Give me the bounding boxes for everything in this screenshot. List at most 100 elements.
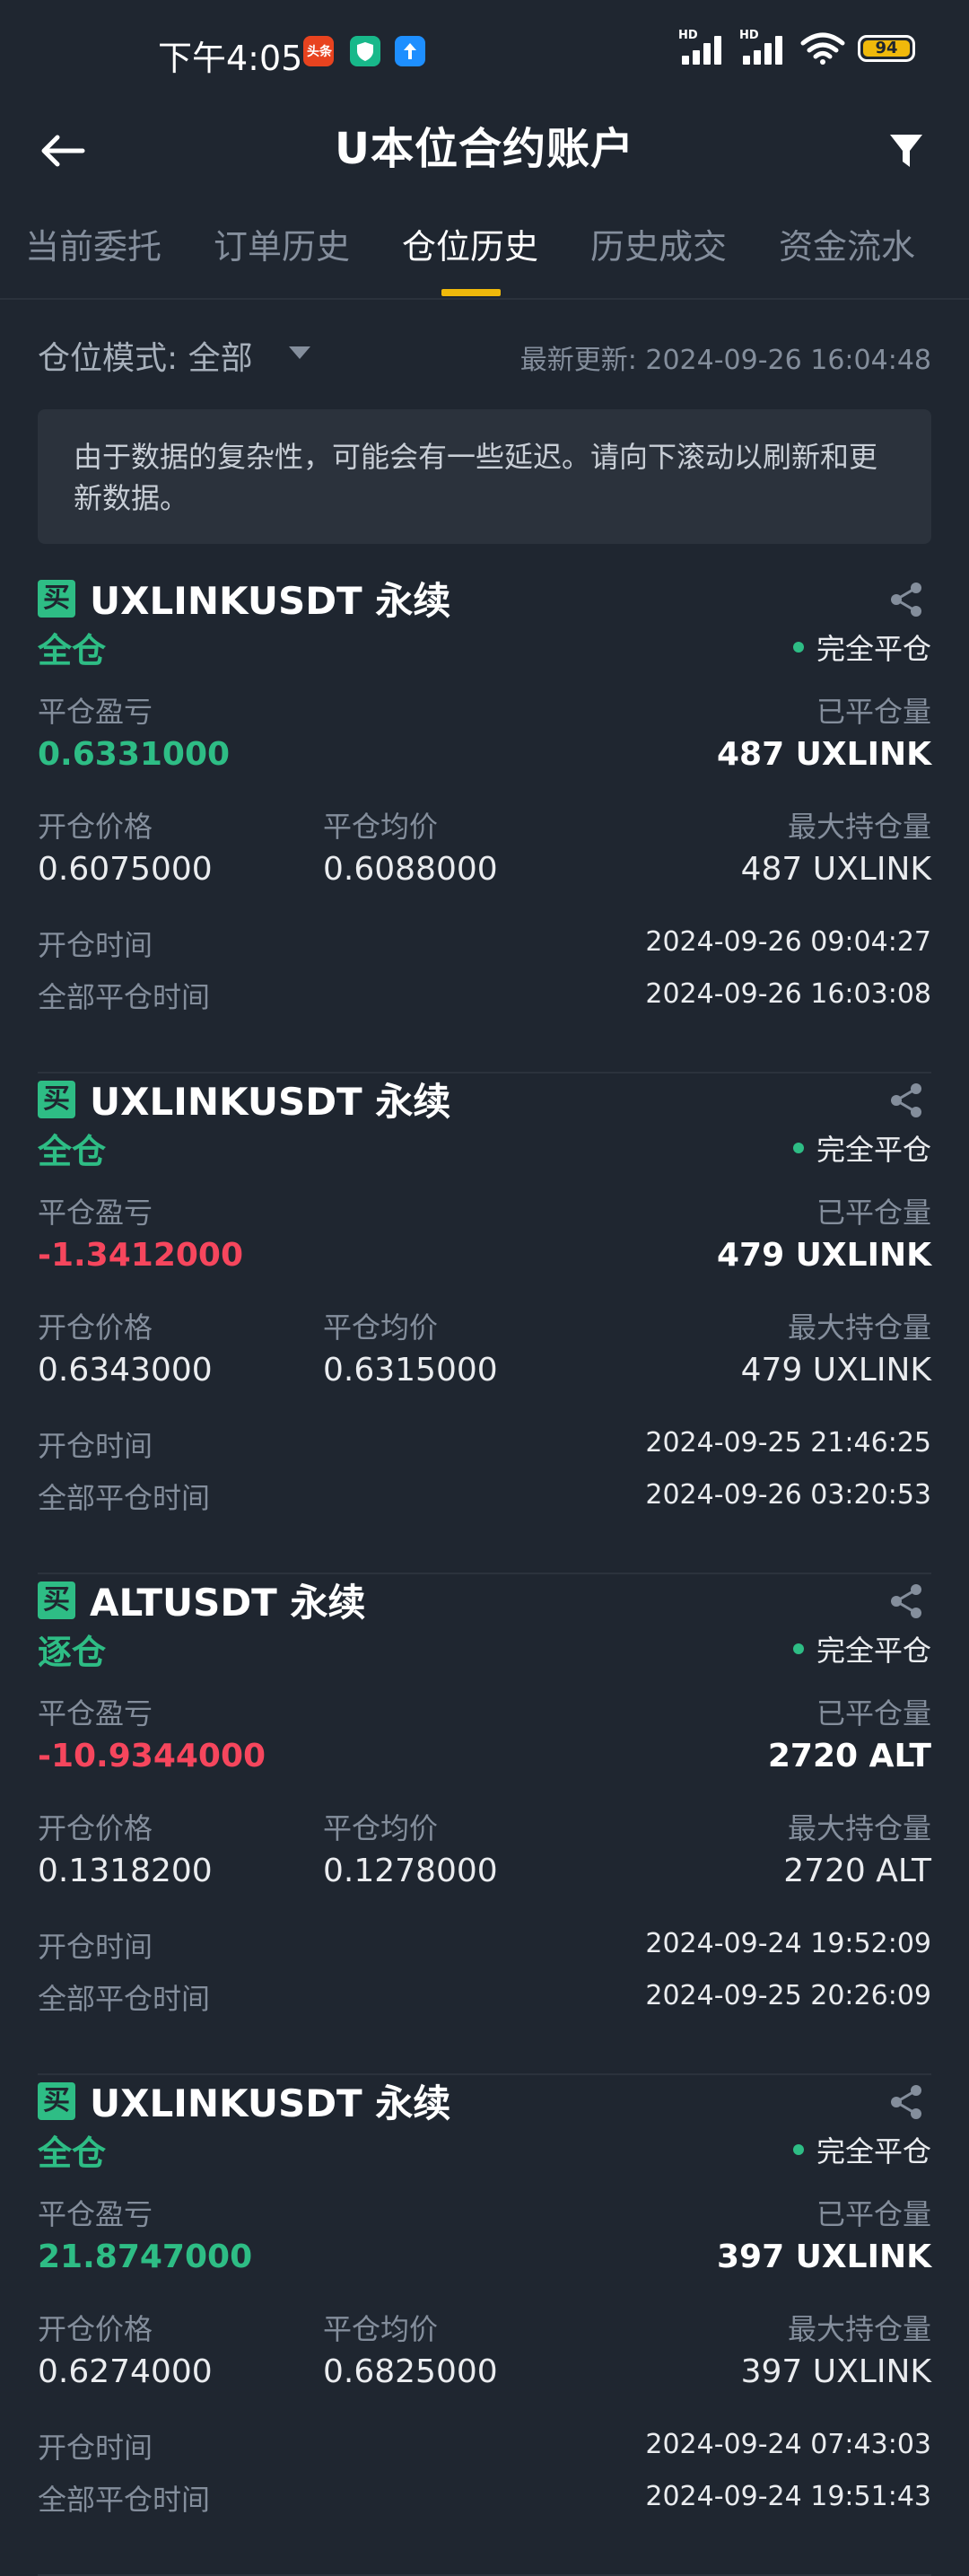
status-bar: 下午4:05 头条 HD HD 94 (0, 0, 969, 108)
open-time-label: 开仓时间 (38, 928, 153, 962)
close-status: 完全平仓 (792, 1628, 931, 1669)
open-time-label: 开仓时间 (38, 1930, 153, 1964)
open-time-label: 开仓时间 (38, 1429, 153, 1463)
position-symbol: UXLINKUSDT 永续 (90, 1080, 451, 1124)
open-price-value: 0.6075000 (38, 851, 213, 888)
margin-mode: 全仓 (38, 631, 107, 670)
position-symbol: UXLINKUSDT 永续 (90, 2081, 451, 2125)
close-avg-value: 0.6825000 (323, 2353, 498, 2390)
close-avg-label: 平仓均价 (323, 1811, 439, 1845)
position-card: 买 UXLINKUSDT 永续 全仓 完全平仓 平仓盈亏 已平仓量 21.874… (38, 2073, 931, 2576)
close-time-value: 2024-09-25 20:26:09 (645, 1980, 931, 2011)
close-time-label: 全部平仓时间 (38, 2483, 211, 2517)
max-qty-label: 最大持仓量 (787, 1811, 931, 1845)
open-price-label: 开仓价格 (38, 810, 153, 844)
shield-app-icon (350, 36, 380, 66)
close-time-label: 全部平仓时间 (38, 1481, 211, 1515)
pnl-label: 平仓盈亏 (38, 1196, 153, 1230)
page-title: U本位合约账户 (335, 124, 634, 174)
position-card: 买 ALTUSDT 永续 逐仓 完全平仓 平仓盈亏 已平仓量 -10.93440… (38, 1573, 931, 2075)
buy-badge: 买 (38, 1582, 75, 1619)
buy-badge: 买 (38, 1081, 75, 1118)
close-avg-label: 平仓均价 (323, 810, 439, 844)
dropdown-caret-icon[interactable] (289, 346, 310, 359)
close-avg-value: 0.6088000 (323, 851, 498, 888)
last-updated: 最新更新: 2024-09-26 16:04:48 (519, 345, 931, 376)
pnl-value: -10.9344000 (38, 1738, 266, 1774)
close-status: 完全平仓 (792, 2129, 931, 2170)
notice-banner: 由于数据的复杂性，可能会有一些延迟。请向下滚动以刷新和更新数据。 (38, 409, 931, 544)
close-avg-value: 0.1278000 (323, 1853, 498, 1889)
status-dot (792, 2144, 804, 2155)
max-qty-label: 最大持仓量 (787, 2312, 931, 2346)
tab-transactions[interactable]: 资金流水 (779, 219, 915, 268)
pnl-value: -1.3412000 (38, 1237, 244, 1274)
position-symbol: ALTUSDT 永续 (90, 1581, 366, 1625)
open-price-value: 0.6274000 (38, 2353, 213, 2390)
closed-qty-label: 已平仓量 (816, 1196, 931, 1230)
status-time: 下午4:05 (158, 39, 303, 78)
toutiao-app-icon-text: 头条 (307, 45, 332, 59)
buy-badge: 买 (38, 2082, 75, 2120)
position-card: 买 UXLINKUSDT 永续 全仓 完全平仓 平仓盈亏 已平仓量 0.6331… (38, 571, 931, 1073)
open-price-label: 开仓价格 (38, 1811, 153, 1845)
open-price-value: 0.1318200 (38, 1853, 213, 1889)
buy-badge: 买 (38, 580, 75, 618)
pnl-value: 0.6331000 (38, 736, 231, 773)
status-right-icons: HD HD 94 (678, 29, 915, 65)
close-time-label: 全部平仓时间 (38, 1982, 211, 2016)
active-tab-indicator (441, 289, 501, 296)
margin-mode: 逐仓 (38, 1633, 107, 1672)
share-icon[interactable] (886, 1081, 926, 1120)
share-icon[interactable] (886, 1582, 926, 1621)
share-icon[interactable] (886, 580, 926, 619)
tab-order-history[interactable]: 订单历史 (214, 219, 350, 268)
margin-mode: 全仓 (38, 2134, 107, 2173)
status-dot (792, 1643, 804, 1654)
max-qty-value: 479 UXLINK (740, 1352, 931, 1389)
position-card: 买 UXLINKUSDT 永续 全仓 完全平仓 平仓盈亏 已平仓量 -1.341… (38, 1072, 931, 1574)
position-symbol: UXLINKUSDT 永续 (90, 579, 451, 623)
tab-trade-history[interactable]: 历史成交 (590, 219, 727, 268)
close-status: 完全平仓 (792, 1127, 931, 1169)
pnl-label: 平仓盈亏 (38, 1696, 153, 1730)
close-status-text: 完全平仓 (816, 2134, 931, 2169)
close-avg-value: 0.6315000 (323, 1352, 498, 1389)
close-avg-label: 平仓均价 (323, 1310, 439, 1345)
max-qty-value: 487 UXLINK (740, 851, 931, 888)
app-header: U本位合约账户 (0, 99, 969, 206)
battery-icon: 94 (858, 35, 915, 62)
signal-icon-2: HD (739, 29, 788, 65)
tab-open-orders[interactable]: 当前委托 (25, 219, 162, 268)
open-time-value: 2024-09-25 21:46:25 (645, 1427, 931, 1459)
tab-position-history[interactable]: 仓位历史 (402, 219, 538, 268)
pnl-label: 平仓盈亏 (38, 2197, 153, 2231)
open-time-value: 2024-09-26 09:04:27 (645, 926, 931, 958)
position-mode-select[interactable]: 仓位模式: 全部 (38, 332, 253, 379)
close-status: 完全平仓 (792, 626, 931, 668)
pnl-value: 21.8747000 (38, 2239, 253, 2275)
filter-funnel-icon[interactable] (879, 124, 933, 178)
max-qty-label: 最大持仓量 (787, 810, 931, 844)
closed-qty-value: 479 UXLINK (716, 1237, 931, 1274)
open-price-label: 开仓价格 (38, 1310, 153, 1345)
open-time-label: 开仓时间 (38, 2431, 153, 2465)
open-time-value: 2024-09-24 19:52:09 (645, 1928, 931, 1959)
closed-qty-label: 已平仓量 (816, 1696, 931, 1730)
battery-level: 94 (863, 40, 910, 57)
closed-qty-value: 2720 ALT (767, 1738, 931, 1774)
close-time-value: 2024-09-26 16:03:08 (645, 978, 931, 1010)
margin-mode: 全仓 (38, 1132, 107, 1171)
close-time-value: 2024-09-24 19:51:43 (645, 2481, 931, 2512)
max-qty-value: 397 UXLINK (740, 2353, 931, 2390)
close-avg-label: 平仓均价 (323, 2312, 439, 2346)
status-dot (792, 1143, 804, 1153)
wifi-icon (800, 32, 845, 65)
max-qty-value: 2720 ALT (783, 1853, 931, 1889)
closed-qty-label: 已平仓量 (816, 695, 931, 729)
closed-qty-value: 397 UXLINK (716, 2239, 931, 2275)
close-status-text: 完全平仓 (816, 1634, 931, 1668)
pnl-label: 平仓盈亏 (38, 695, 153, 729)
close-status-text: 完全平仓 (816, 632, 931, 666)
share-icon[interactable] (886, 2082, 926, 2122)
